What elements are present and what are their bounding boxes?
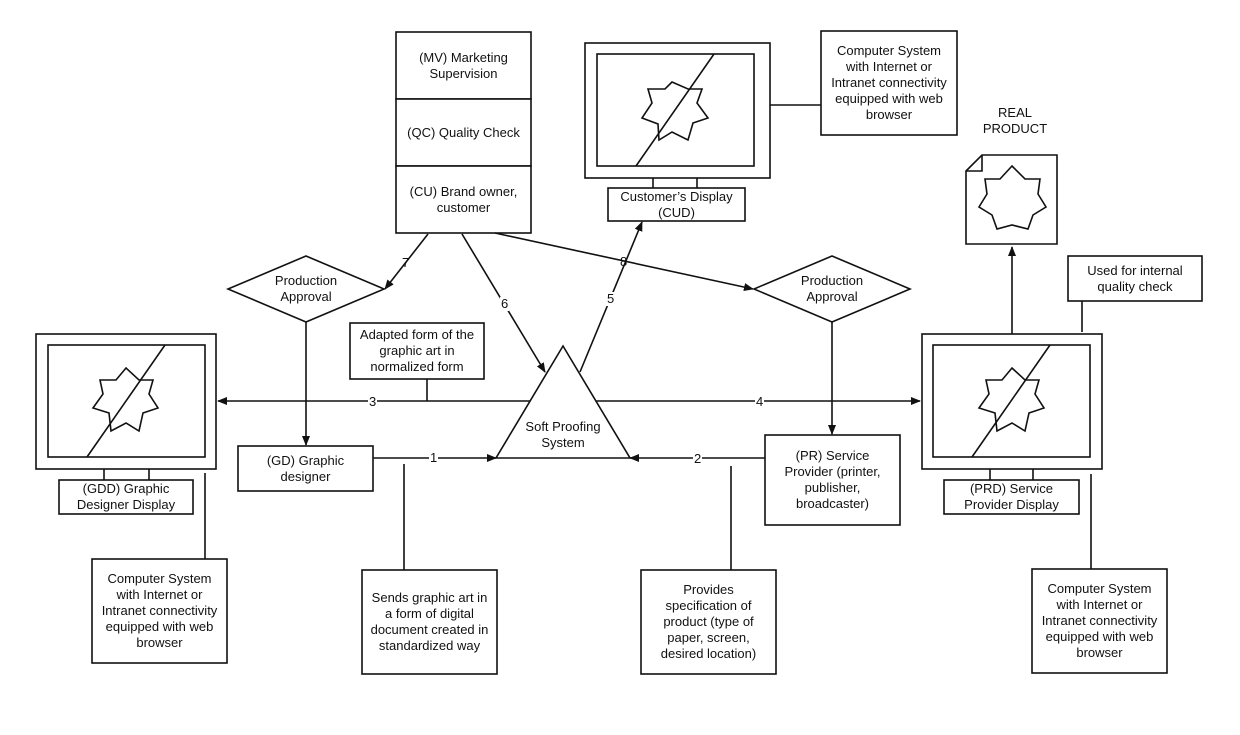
sends-note: Sends graphic art in a form of digital d… xyxy=(370,590,489,653)
customer-monitor xyxy=(584,42,771,188)
adapted-note: Adapted form of the graphic art in norma… xyxy=(359,327,475,374)
computer-note-left: Computer System with Internet or Intrane… xyxy=(101,571,218,650)
brand-owner-label: (CU) Brand owner, customer xyxy=(409,183,518,215)
customer-display-label: Customer’s Display (CUD) xyxy=(620,188,733,220)
real-product-label: REAL PRODUCT xyxy=(982,105,1048,136)
flow-label-5: 5 xyxy=(606,291,616,306)
computer-note-right: Computer System with Internet or Intrane… xyxy=(1041,581,1158,660)
flow-label-7: 7 xyxy=(402,255,410,270)
flow-label-4: 4 xyxy=(755,394,765,409)
gdd-label: (GDD) Graphic Designer Display xyxy=(76,481,176,512)
flow-label-3: 3 xyxy=(368,394,378,409)
quality-check-label: (QC) Quality Check xyxy=(407,124,520,140)
prd-label: (PRD) Service Provider Display xyxy=(964,481,1059,512)
approval-right-label: Production Approval xyxy=(800,273,864,304)
flow-label-2: 2 xyxy=(693,451,703,466)
flow-label-6: 6 xyxy=(500,296,510,311)
internal-qc-note: Used for internal quality check xyxy=(1087,262,1183,294)
computer-note-top: Computer System with Internet or Intrane… xyxy=(831,43,947,122)
approval-left-label: Production Approval xyxy=(274,273,338,304)
marketing-supervision-label: (MV) Marketing Supervision xyxy=(419,49,508,81)
service-provider-label: (PR) Service Provider (printer, publishe… xyxy=(784,448,881,511)
flow-label-1: 1 xyxy=(429,450,439,465)
prd-monitor xyxy=(921,333,1103,480)
soft-proofing-label: Soft Proofing System xyxy=(525,419,601,450)
provides-note: Provides specification of product (type … xyxy=(660,582,757,661)
graphic-designer-label: (GD) Graphic designer xyxy=(266,452,345,484)
flow-label-8: 8 xyxy=(620,254,628,269)
real-product-document xyxy=(965,154,1058,245)
gdd-monitor xyxy=(35,333,217,480)
